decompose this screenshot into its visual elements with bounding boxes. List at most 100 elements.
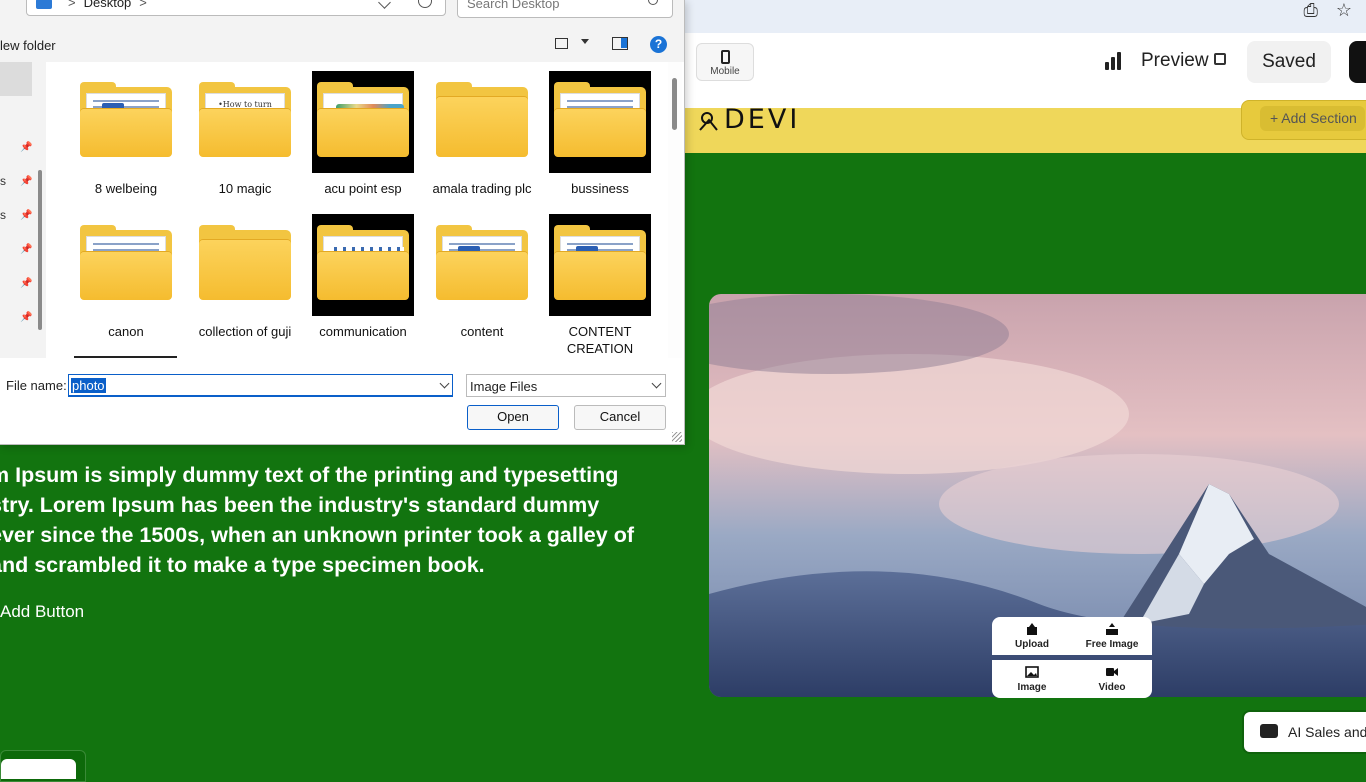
preview-pane-icon[interactable] [612, 37, 628, 50]
nav-item[interactable]: s 📌 [0, 174, 33, 188]
file-item[interactable]: canon [71, 214, 181, 340]
nav-item-label: s [0, 208, 6, 222]
file-name: amala trading plc [432, 181, 532, 196]
free-image-option[interactable]: Free Image [1072, 617, 1152, 655]
nav-selected-item[interactable] [0, 62, 32, 96]
pin-icon: 📌 [20, 312, 33, 323]
image-option[interactable]: Image [992, 660, 1072, 698]
ai-sales-chat-button[interactable]: AI Sales and [1242, 710, 1366, 754]
file-item[interactable]: amala trading plc [427, 71, 537, 197]
add-button-link[interactable]: Add Button [0, 602, 84, 622]
nav-item-label: s [0, 174, 6, 188]
nav-item[interactable]: s 📌 [0, 208, 33, 222]
ai-chat-label: AI Sales and [1288, 724, 1366, 740]
desktop-folder-icon [36, 0, 52, 9]
folder-icon [75, 214, 177, 316]
file-item[interactable]: bussiness [545, 71, 655, 197]
file-name: communication [319, 324, 407, 339]
focus-underline [74, 356, 177, 358]
filename-input[interactable]: photo [68, 374, 453, 397]
plus-icon: + [1270, 110, 1282, 126]
view-dropdown-icon[interactable] [581, 39, 589, 44]
nav-item[interactable]: 📌 [0, 276, 32, 290]
search-icon [648, 0, 658, 5]
search-placeholder: Search Desktop [467, 0, 560, 11]
help-icon[interactable]: ? [650, 36, 667, 53]
pin-icon: 📌 [20, 142, 33, 153]
upload-icon [1027, 623, 1037, 635]
nav-item[interactable]: 📌 [0, 242, 32, 256]
stats-icon[interactable] [1105, 52, 1123, 70]
upload-option[interactable]: Upload [992, 617, 1072, 655]
site-logo-text[interactable]: DEVI [724, 104, 800, 135]
folder-icon [431, 71, 533, 173]
file-item[interactable]: acu point esp [308, 71, 418, 197]
chat-bubble-icon [1260, 724, 1278, 739]
path-segment[interactable]: Desktop [84, 0, 132, 10]
file-item[interactable]: communication [308, 214, 418, 340]
mobile-view-button[interactable]: Mobile [696, 43, 754, 81]
resize-grip-icon[interactable] [672, 432, 682, 442]
video-icon [1106, 668, 1118, 676]
browser-actions: ⎙ ☆ [1303, 0, 1352, 20]
body-line: ever since the 1500s, when an unknown pr… [0, 523, 634, 547]
dialog-toolbar: lew folder ? [0, 26, 684, 62]
file-grid-scrollbar-thumb[interactable] [672, 78, 677, 130]
nav-scrollbar[interactable] [38, 170, 42, 330]
file-name: collection of guji [198, 324, 292, 339]
dialog-address-row: > Desktop > Search Desktop [0, 0, 684, 26]
filetype-dropdown-icon [651, 378, 662, 389]
file-name: bussiness [571, 181, 629, 196]
install-app-icon[interactable]: ⎙ [1303, 0, 1317, 21]
body-paragraph[interactable]: m Ipsum is simply dummy text of the prin… [0, 460, 670, 580]
file-item[interactable]: W CONTENT CREATION [545, 214, 655, 357]
bottom-left-widget[interactable] [0, 750, 86, 782]
folder-icon: W [431, 214, 533, 316]
open-button[interactable]: Open [467, 405, 559, 430]
file-item[interactable]: W content [427, 214, 537, 340]
view-options-icon[interactable] [555, 38, 568, 49]
file-item[interactable]: W 8 welbeing [71, 71, 181, 197]
folder-icon: W [549, 214, 651, 316]
file-name: acu point esp [324, 181, 402, 196]
filename-value: photo [71, 378, 106, 393]
saved-button[interactable]: Saved [1247, 41, 1331, 83]
upload-label: Upload [1015, 639, 1049, 650]
folder-icon [312, 71, 414, 173]
image-label: Image [1017, 682, 1047, 693]
filename-dropdown-icon[interactable] [439, 378, 450, 389]
file-item[interactable]: •How to turn words 10 magic [190, 71, 300, 197]
folder-icon [312, 214, 414, 316]
filetype-select[interactable]: Image Files [466, 374, 666, 397]
filetype-value: Image Files [470, 379, 538, 394]
folder-icon: •How to turn words [194, 71, 296, 173]
pin-icon: 📌 [20, 176, 33, 187]
preview-link[interactable]: Preview [1141, 50, 1209, 72]
add-section-button[interactable]: + Add Section [1241, 100, 1366, 140]
add-section-label: Add Section [1281, 110, 1357, 126]
cancel-button[interactable]: Cancel [574, 405, 666, 430]
publish-button[interactable] [1349, 41, 1366, 83]
video-label: Video [1098, 682, 1126, 693]
folder-icon: W [75, 71, 177, 173]
file-name: 10 magic [218, 181, 272, 196]
new-folder-button[interactable]: lew folder [0, 38, 56, 53]
bookmark-star-icon[interactable]: ☆ [1336, 0, 1352, 21]
free-image-label: Free Image [1085, 639, 1139, 650]
body-line: m Ipsum is simply dummy text of the prin… [0, 463, 619, 487]
mobile-label: Mobile [710, 66, 740, 77]
file-item[interactable]: collection of guji [190, 214, 300, 340]
body-line: and scrambled it to make a type specimen… [0, 553, 485, 577]
pin-icon: 📌 [20, 210, 33, 221]
nav-item[interactable]: 📌 [0, 310, 33, 324]
search-input[interactable]: Search Desktop [457, 0, 673, 18]
nav-item[interactable]: 📌 [0, 140, 33, 154]
media-source-menu: Upload Free Image Image Video [992, 617, 1152, 698]
file-open-dialog: > Desktop > Search Desktop lew folder ? 📌 … [0, 0, 685, 445]
folder-icon [549, 71, 651, 173]
external-link-icon [1214, 53, 1226, 65]
video-option[interactable]: Video [1072, 660, 1152, 698]
file-name: canon [108, 324, 144, 339]
navigation-pane: 📌 s 📌 s 📌 📌 📌 📌 [0, 62, 46, 358]
filename-label: File name: [6, 378, 67, 393]
